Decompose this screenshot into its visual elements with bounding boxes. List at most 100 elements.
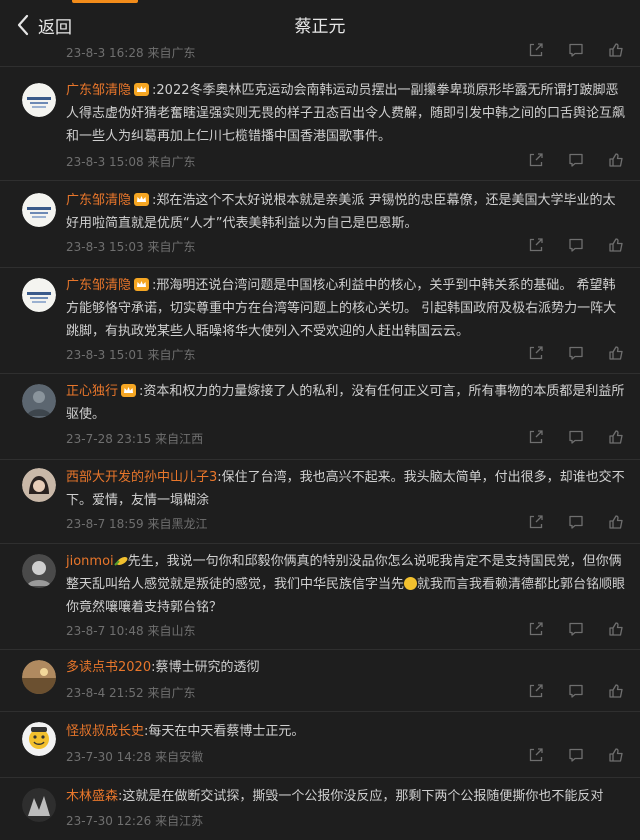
comment-time: 23-8-3 15:08	[66, 155, 144, 169]
comment-time: 23-7-28 23:15	[66, 432, 152, 446]
vip-crown-icon	[121, 384, 137, 397]
share-icon[interactable]	[528, 237, 544, 253]
comment-item: 广东邹清隐:邢海明还说台湾问题是中国核心利益中的核心，关乎到中韩关系的基础。 希…	[0, 267, 640, 373]
thumbs-up-icon[interactable]	[608, 152, 624, 168]
comment-time: 23-7-30 12:26	[66, 814, 152, 828]
comment-meta: 23-7-28 23:15 来自江西	[66, 430, 203, 447]
comment-meta: 23-8-7 10:48 来自山东	[66, 622, 195, 639]
thumbs-up-icon[interactable]	[608, 683, 624, 699]
avatar[interactable]	[22, 468, 56, 502]
share-icon[interactable]	[528, 345, 544, 361]
share-icon[interactable]	[528, 514, 544, 530]
comment-meta: 23-8-4 21:52 来自广东	[66, 684, 195, 701]
thumbs-up-icon[interactable]	[608, 237, 624, 253]
avatar[interactable]	[22, 384, 56, 418]
comment-time: 23-8-4 21:52	[66, 686, 144, 700]
commenter-name[interactable]: 木林盛森	[66, 789, 118, 804]
commenter-name[interactable]: 广东邹清隐	[66, 278, 131, 293]
share-icon[interactable]	[528, 152, 544, 168]
avatar[interactable]	[22, 554, 56, 588]
thumbs-up-icon[interactable]	[608, 429, 624, 445]
comment-body: 广东邹清隐:邢海明还说台湾问题是中国核心利益中的核心，关乎到中韩关系的基础。 希…	[66, 274, 626, 343]
comment-icon[interactable]	[568, 152, 584, 168]
comment-meta: 23-7-30 12:26 来自江苏	[66, 812, 203, 829]
comment-location: 来自广东	[147, 348, 196, 362]
comment-actions	[528, 237, 624, 253]
comment-actions	[528, 621, 624, 637]
comment-icon[interactable]	[568, 237, 584, 253]
comment-text: :2022冬季奥林匹克运动会南韩运动员摆出一副攥拳卑琐原形毕露无所谓打跛脚恶人得…	[66, 83, 626, 144]
share-icon[interactable]	[528, 429, 544, 445]
comment-item: 怪叔叔成长史:每天在中天看蔡博士正元。 23-7-30 14:28 来自安徽	[0, 711, 640, 777]
commenter-name[interactable]: 怪叔叔成长史	[66, 724, 144, 739]
comment-icon[interactable]	[568, 747, 584, 763]
avatar[interactable]	[22, 788, 56, 822]
comment-body: 怪叔叔成长史:每天在中天看蔡博士正元。	[66, 720, 626, 743]
comment-time: 23-8-3 15:01	[66, 348, 144, 362]
commenter-name[interactable]: 西部大开发的孙中山儿子3	[66, 470, 217, 485]
comment-icon[interactable]	[568, 683, 584, 699]
thumbs-up-icon[interactable]	[608, 514, 624, 530]
comment-icon[interactable]	[568, 42, 584, 58]
share-icon[interactable]	[528, 42, 544, 58]
comment-item: 西部大开发的孙中山儿子3:保住了台湾，我也高兴不起来。我头脑太简单，付出很多，却…	[0, 459, 640, 543]
comment-item: 广东邹清隐:郑在浩这个不太好说根本就是亲美派 尹锡悦的忠臣幕僚，还是美国大学毕业…	[0, 180, 640, 267]
comment-time: 23-8-7 18:59	[66, 517, 144, 531]
avatar[interactable]	[22, 278, 56, 312]
share-icon[interactable]	[528, 683, 544, 699]
comment-item: 正心独行:资本和权力的力量嫁接了人的私利，没有任何正义可言，所有事物的本质都是利…	[0, 373, 640, 459]
comment-location: 来自江苏	[155, 814, 204, 828]
avatar[interactable]	[22, 193, 56, 227]
comment-location: 来自广东	[147, 240, 196, 254]
comment-time: 23-8-3 15:03	[66, 240, 144, 254]
comment-icon[interactable]	[568, 621, 584, 637]
comment-icon[interactable]	[568, 514, 584, 530]
comment-meta: 23-8-7 18:59 来自黑龙江	[66, 515, 207, 532]
comment-time: 23-8-3 16:28	[66, 46, 144, 60]
comment-text: :蔡博士研究的透彻	[151, 660, 260, 675]
comment-location: 来自江西	[155, 432, 204, 446]
commenter-name[interactable]: 多读点书2020	[66, 660, 151, 675]
comment-body: 广东邹清隐:郑在浩这个不太好说根本就是亲美派 尹锡悦的忠臣幕僚，还是美国大学毕业…	[66, 189, 626, 235]
thumbs-up-icon[interactable]	[608, 621, 624, 637]
comment-body: 广东邹清隐:2022冬季奥林匹克运动会南韩运动员摆出一副攥拳卑琐原形毕露无所谓打…	[66, 79, 626, 148]
share-icon[interactable]	[528, 747, 544, 763]
comment-actions	[528, 747, 624, 763]
avatar[interactable]	[22, 660, 56, 694]
vip-crown-icon	[134, 278, 150, 291]
thumbs-up-icon[interactable]	[608, 42, 624, 58]
comment-actions	[528, 683, 624, 699]
share-icon[interactable]	[528, 621, 544, 637]
comment-location: 来自广东	[147, 155, 196, 169]
comment-item: jionmoi 先生，我说一句你和邱毅你俩真的特别没品你怎么说呢我肯定不是支持国民…	[0, 543, 640, 649]
commenter-name[interactable]: 广东邹清隐	[66, 83, 131, 98]
comment-icon[interactable]	[568, 345, 584, 361]
comment-location: 来自安徽	[155, 750, 204, 764]
comment-meta: 23-8-3 16:28 来自广东	[66, 44, 195, 61]
comment-meta: 23-7-30 14:28 来自安徽	[66, 748, 203, 765]
avatar[interactable]	[22, 83, 56, 117]
comment-actions	[528, 429, 624, 445]
comment-item: 广东邹清隐:2022冬季奥林匹克运动会南韩运动员摆出一副攥拳卑琐原形毕露无所谓打…	[0, 66, 640, 180]
thumbs-up-icon[interactable]	[608, 345, 624, 361]
comment-location: 来自广东	[147, 46, 196, 60]
corn-emoji-icon	[113, 557, 128, 566]
vip-crown-icon	[134, 193, 150, 206]
commenter-name[interactable]: 广东邹清隐	[66, 193, 131, 208]
comment-text: :资本和权力的力量嫁接了人的私利，没有任何正义可言，所有事物的本质都是利益所驱使…	[66, 384, 625, 422]
comment-icon[interactable]	[568, 429, 584, 445]
comment-location: 来自黑龙江	[147, 517, 208, 531]
thumbs-up-icon[interactable]	[608, 747, 624, 763]
page-title: 蔡正元	[294, 17, 346, 37]
comment-body: 正心独行:资本和权力的力量嫁接了人的私利，没有任何正义可言，所有事物的本质都是利…	[66, 380, 626, 426]
comment-meta: 23-8-3 15:08 来自广东	[66, 153, 195, 170]
comment-location: 来自山东	[147, 624, 196, 638]
comment-time: 23-7-30 14:28	[66, 750, 152, 764]
comment-meta: 23-8-3 15:01 来自广东	[66, 346, 195, 363]
avatar[interactable]	[22, 722, 56, 756]
commenter-name[interactable]: 正心独行	[66, 384, 118, 399]
comment-meta: 23-8-3 15:03 来自广东	[66, 238, 195, 255]
tab-accent-bar	[72, 0, 138, 3]
comment-body: 西部大开发的孙中山儿子3:保住了台湾，我也高兴不起来。我头脑太简单，付出很多，却…	[66, 466, 626, 512]
commenter-name[interactable]: jionmoi	[66, 554, 114, 569]
